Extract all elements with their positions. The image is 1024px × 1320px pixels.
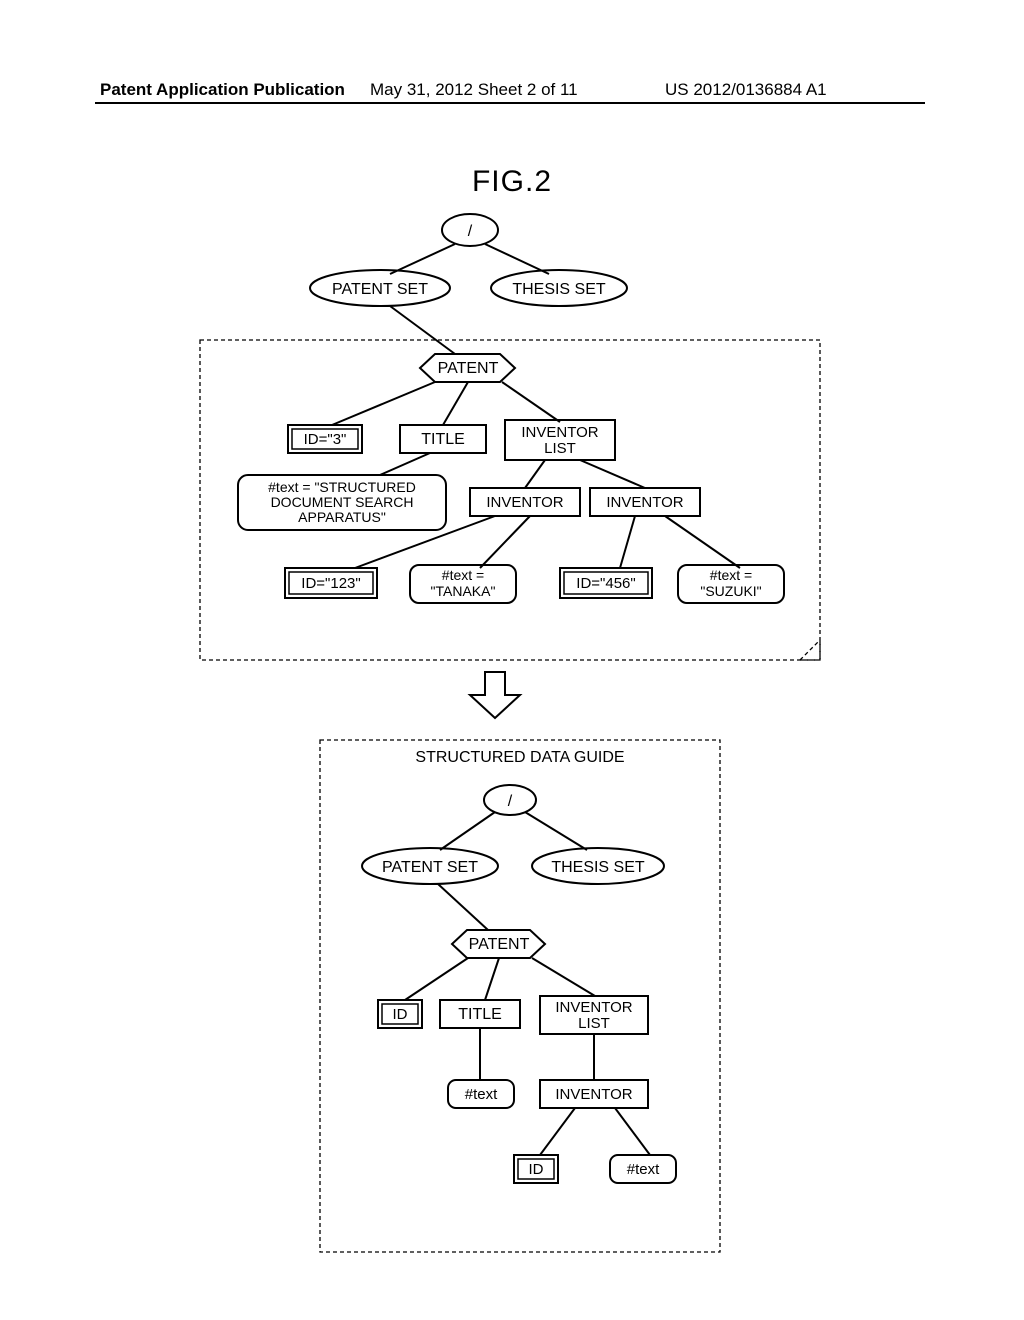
bot-invlist-2: LIST: [578, 1015, 610, 1032]
top-invlist-1: INVENTOR: [521, 424, 598, 441]
top-id456-label: ID="456": [576, 575, 635, 592]
top-thesis-set-label: THESIS SET: [512, 281, 606, 298]
top-id3-label: ID="3": [304, 431, 347, 448]
bot-inventor-label: INVENTOR: [555, 1086, 632, 1103]
diagram-svg: / PATENT SET THESIS SET PATENT ID="3" TI…: [90, 200, 934, 1290]
bottom-title: STRUCTURED DATA GUIDE: [415, 749, 624, 766]
bottom-dashed-box: [320, 740, 720, 1252]
top-invlist-2: LIST: [544, 440, 576, 457]
header-mid: May 31, 2012 Sheet 2 of 11: [370, 80, 578, 100]
header-rule: [95, 102, 925, 104]
top-suzuki-1: #text =: [710, 567, 752, 583]
bot-patent-set-label: PATENT SET: [382, 859, 478, 876]
top-title-label: TITLE: [421, 431, 465, 448]
figure-title: FIG.2: [0, 165, 1024, 199]
bot-text-label: #text: [465, 1086, 498, 1103]
top-patent-set-label: PATENT SET: [332, 281, 428, 298]
bot-root-label: /: [508, 793, 513, 810]
bot-id-label: ID: [393, 1006, 408, 1023]
bot-patent-label: PATENT: [469, 936, 530, 953]
top-textstruct-1: #text = "STRUCTURED: [268, 479, 416, 495]
header-left: Patent Application Publication: [100, 80, 345, 100]
bot-text2-label: #text: [627, 1161, 660, 1178]
top-inventor-left-label: INVENTOR: [486, 494, 563, 511]
top-tanaka-1: #text =: [442, 567, 484, 583]
top-textstruct-2: DOCUMENT SEARCH: [271, 494, 414, 510]
bot-title-label: TITLE: [458, 1006, 502, 1023]
top-suzuki-2: "SUZUKI": [700, 583, 761, 599]
down-arrow-icon: [470, 672, 520, 718]
top-inventor-right-label: INVENTOR: [606, 494, 683, 511]
top-id123-label: ID="123": [301, 575, 360, 592]
bot-invlist-1: INVENTOR: [555, 999, 632, 1016]
top-textstruct-3: APPARATUS": [298, 509, 386, 525]
bot-id2-label: ID: [529, 1161, 544, 1178]
header-right: US 2012/0136884 A1: [665, 80, 827, 100]
page: Patent Application Publication May 31, 2…: [0, 0, 1024, 1320]
bot-thesis-set-label: THESIS SET: [551, 859, 645, 876]
top-root-label: /: [468, 223, 473, 240]
top-tanaka-2: "TANAKA": [431, 583, 496, 599]
top-patent-label: PATENT: [438, 360, 499, 377]
